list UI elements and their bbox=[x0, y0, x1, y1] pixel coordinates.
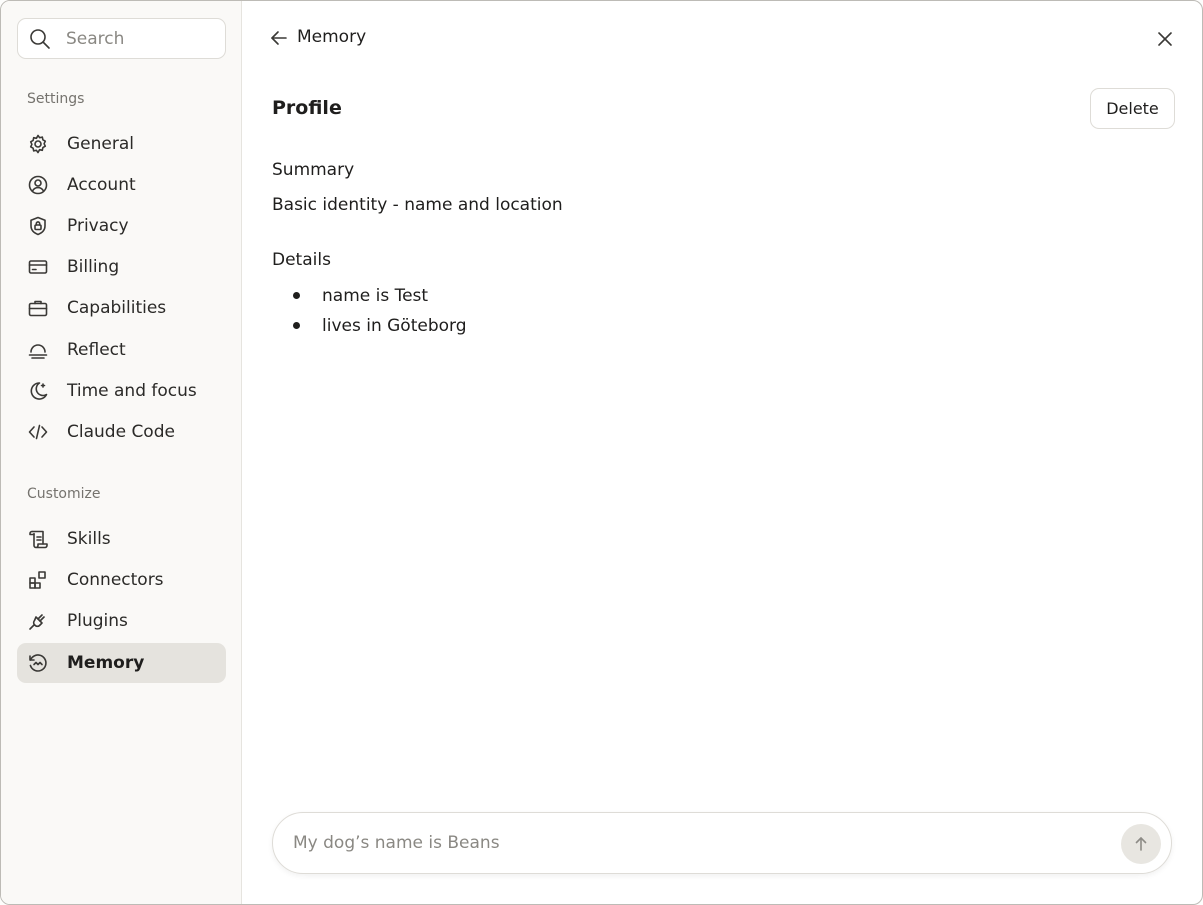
detail-text: lives in Göteborg bbox=[322, 316, 467, 336]
briefcase-icon bbox=[27, 297, 49, 319]
settings-section-label: Settings bbox=[27, 91, 85, 107]
memory-input[interactable] bbox=[293, 829, 1093, 857]
search-icon bbox=[28, 27, 52, 51]
send-button[interactable] bbox=[1121, 824, 1161, 864]
summary-text: Basic identity - name and location bbox=[272, 195, 563, 215]
moon-icon bbox=[27, 380, 49, 402]
summary-heading: Summary bbox=[272, 160, 355, 180]
sidebar-item-memory[interactable]: Memory bbox=[17, 643, 226, 683]
plug-icon bbox=[27, 610, 49, 632]
sidebar-item-plugins[interactable]: Plugins bbox=[17, 601, 226, 641]
list-item: lives in Göteborg bbox=[272, 314, 467, 344]
sidebar-item-label: Privacy bbox=[67, 216, 129, 236]
sidebar-item-label: Claude Code bbox=[67, 422, 175, 442]
sidebar-item-label: General bbox=[67, 134, 134, 154]
scroll-icon bbox=[27, 528, 49, 550]
sidebar-item-label: Memory bbox=[67, 653, 145, 673]
sidebar-item-label: Skills bbox=[67, 529, 111, 549]
sidebar-item-label: Plugins bbox=[67, 611, 128, 631]
code-icon bbox=[27, 421, 49, 443]
sidebar-item-account[interactable]: Account bbox=[17, 165, 226, 205]
sidebar-item-time-and-focus[interactable]: Time and focus bbox=[17, 371, 226, 411]
user-circle-icon bbox=[27, 174, 49, 196]
sidebar-item-capabilities[interactable]: Capabilities bbox=[17, 288, 226, 328]
profile-title: Profile bbox=[272, 97, 342, 119]
delete-button[interactable]: Delete bbox=[1090, 88, 1175, 129]
detail-text: name is Test bbox=[322, 286, 429, 306]
main-panel: Memory Profile Delete Summary Basic iden… bbox=[242, 1, 1202, 904]
composer bbox=[272, 812, 1172, 874]
sidebar-item-privacy[interactable]: Privacy bbox=[17, 206, 226, 246]
sunset-icon bbox=[27, 339, 49, 361]
page-title: Memory bbox=[297, 27, 367, 47]
sidebar-item-reflect[interactable]: Reflect bbox=[17, 330, 226, 370]
search-box[interactable] bbox=[17, 18, 226, 59]
sidebar-item-label: Capabilities bbox=[67, 298, 167, 318]
gear-icon bbox=[27, 133, 49, 155]
memory-icon bbox=[27, 652, 49, 674]
list-item: name is Test bbox=[272, 284, 467, 314]
sidebar-item-general[interactable]: General bbox=[17, 124, 226, 164]
details-heading: Details bbox=[272, 250, 331, 270]
sidebar-item-label: Connectors bbox=[67, 570, 164, 590]
sidebar-item-label: Time and focus bbox=[67, 381, 197, 401]
sidebar-item-billing[interactable]: Billing bbox=[17, 247, 226, 287]
bullet bbox=[293, 292, 300, 299]
credit-card-icon bbox=[27, 256, 49, 278]
sidebar: Settings General Account Privacy Billing bbox=[1, 1, 242, 904]
search-input[interactable] bbox=[66, 26, 216, 52]
sidebar-item-label: Reflect bbox=[67, 340, 126, 360]
sidebar-item-claude-code[interactable]: Claude Code bbox=[17, 412, 226, 452]
sidebar-item-skills[interactable]: Skills bbox=[17, 519, 226, 559]
shield-lock-icon bbox=[27, 215, 49, 237]
customize-section-label: Customize bbox=[27, 486, 101, 502]
bullet bbox=[293, 322, 300, 329]
sidebar-item-label: Account bbox=[67, 175, 136, 195]
details-list: name is Test lives in Göteborg bbox=[272, 284, 467, 344]
settings-window: Settings General Account Privacy Billing bbox=[0, 0, 1203, 905]
back-arrow-icon[interactable] bbox=[268, 27, 290, 49]
arrow-up-icon bbox=[1135, 837, 1147, 851]
sidebar-item-connectors[interactable]: Connectors bbox=[17, 560, 226, 600]
close-icon[interactable] bbox=[1154, 28, 1176, 50]
blocks-icon bbox=[27, 569, 49, 591]
sidebar-item-label: Billing bbox=[67, 257, 120, 277]
